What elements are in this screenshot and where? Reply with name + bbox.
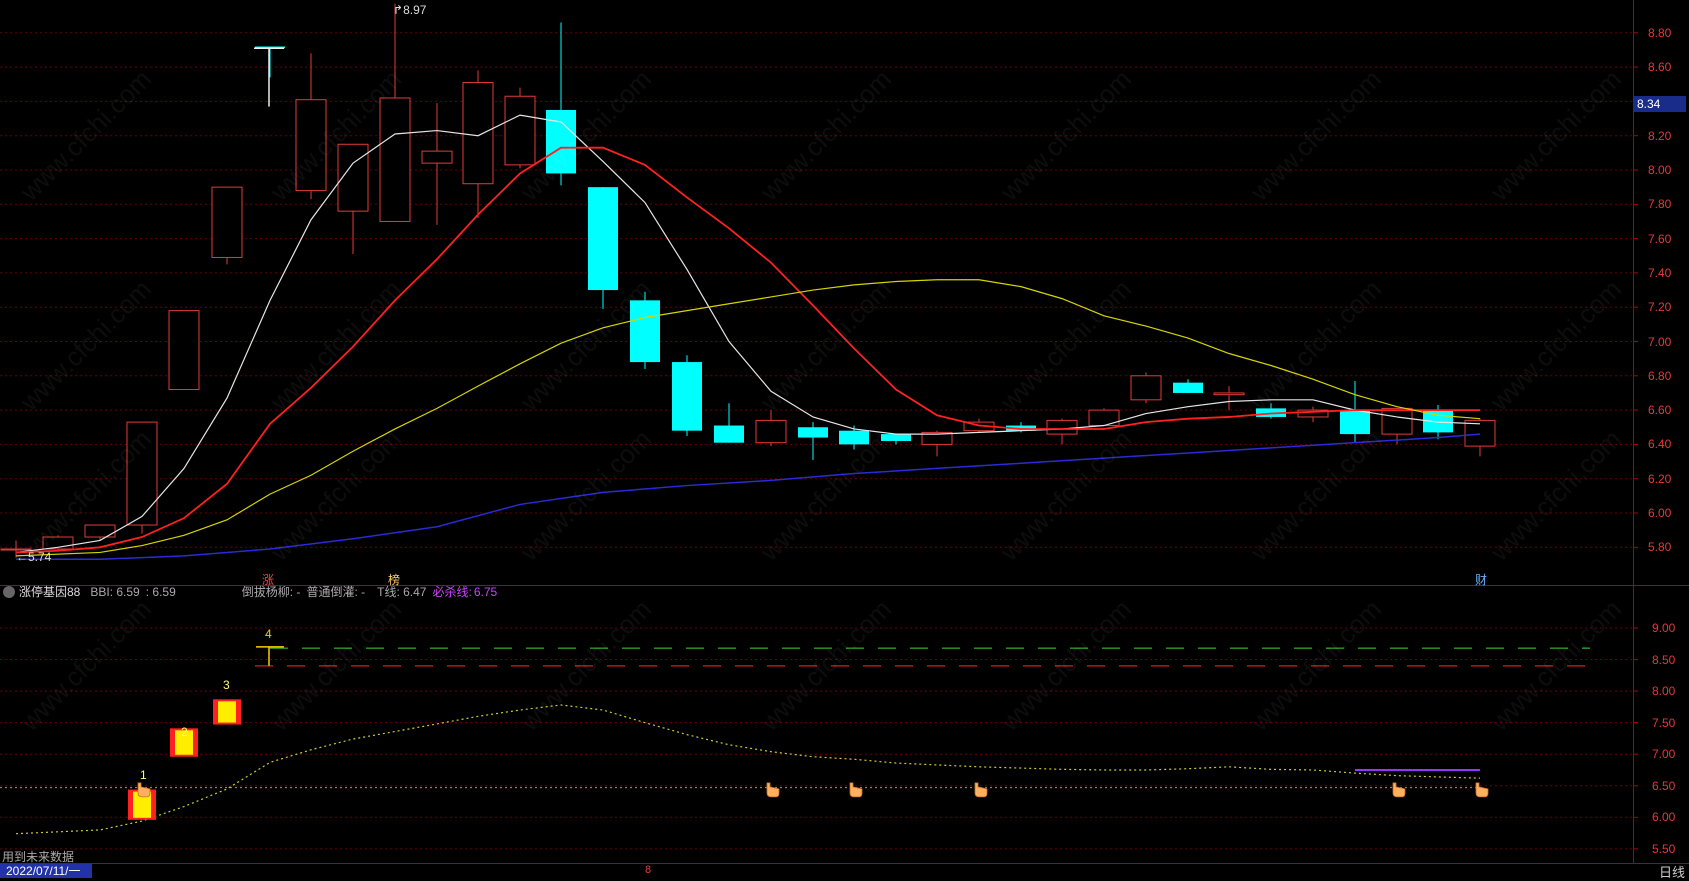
price-axis-label: 6.60 [1648, 403, 1672, 418]
high-price-label: ↱8.97 [393, 3, 427, 17]
signal-number-1: 1 [140, 768, 147, 782]
collapse-icon[interactable] [3, 586, 15, 598]
candle-body-up [421, 150, 453, 164]
price-axis-label: 7.80 [1648, 197, 1672, 212]
price-axis-label: 6.20 [1648, 471, 1672, 486]
candle-body-up [168, 310, 200, 391]
second-value: : 6.59 [145, 585, 176, 599]
candle-body-down [714, 425, 744, 443]
signal-number-2: 2 [181, 725, 188, 739]
period-label[interactable]: 日线 [1659, 862, 1685, 881]
candle-body-up [755, 419, 787, 444]
candle-body-up [504, 95, 536, 166]
tline-value: T线: 6.47 [377, 585, 427, 599]
price-axis-label: 8.00 [1648, 163, 1672, 177]
hand-pointer-icon [766, 782, 780, 798]
price-axis-label: 7.00 [1648, 334, 1672, 349]
future-data-note: 用到未来数据 [2, 850, 75, 864]
bisha-value: 6.75 [473, 585, 498, 599]
signal-number-3: 3 [223, 678, 230, 692]
indicator-axis-label: 7.00 [1652, 747, 1676, 762]
candle-body-up [462, 82, 494, 185]
candle-body-up [379, 97, 411, 222]
price-axis-label: 8.60 [1648, 60, 1672, 75]
candle-body-down [588, 187, 618, 291]
candle-body-down [672, 362, 702, 431]
hand-pointer-icon [849, 782, 863, 798]
daobang-value: 倒拔杨柳: - [241, 585, 301, 599]
indicator-name[interactable]: 涨停基因88 [19, 585, 80, 599]
hand-pointer-icon [1392, 782, 1406, 798]
candle-body-up [1130, 375, 1162, 401]
bisha-label: 必杀线: [432, 585, 472, 599]
indicator-axis-label: 6.50 [1652, 778, 1676, 793]
indicator-axis-label: 6.00 [1652, 810, 1676, 825]
price-axis-label: 7.40 [1648, 265, 1672, 280]
hand-pointer-icon [974, 782, 988, 798]
signal-number-4: 4 [265, 627, 272, 641]
indicator-axis-label: 8.50 [1652, 652, 1676, 667]
price-axis-label: 6.00 [1648, 506, 1672, 520]
price-axis-label: 8.20 [1648, 128, 1672, 143]
price-axis-label: 7.60 [1648, 231, 1672, 246]
bbi-value: BBI: 6.59 [90, 585, 140, 599]
price-axis-label: 8.80 [1648, 25, 1672, 40]
candle-body-up [211, 186, 243, 258]
candle-body-up [1213, 392, 1245, 396]
indicator-axis-label: 9.00 [1652, 621, 1676, 635]
candle-body-down [1173, 382, 1203, 393]
price-axis-label: 6.40 [1648, 437, 1672, 452]
putong-value: 普通倒灌: - [306, 585, 366, 599]
candle-body-up [1046, 419, 1078, 435]
hand-pointer-icon [137, 782, 151, 798]
cursor-date: 2022/07/11/一 [0, 864, 92, 878]
price-axis-label: 6.80 [1648, 368, 1672, 383]
indicator-axis-label: 8.00 [1652, 684, 1676, 699]
current-price-tag: 8.34 [1634, 96, 1686, 112]
ma20-line [15, 279, 1481, 557]
indicator-axis-label: 5.50 [1652, 841, 1676, 856]
candle-body-up [1464, 419, 1496, 447]
indicator-title-bar: 涨停基因88 BBI: 6.59 : 6.59 倒拔杨柳: - 普通倒灌: - T线: 6… [0, 584, 503, 600]
price-axis-label: 7.20 [1648, 300, 1672, 315]
candle-body-down [798, 427, 828, 438]
hand-pointer-icon [1475, 782, 1489, 798]
gene-block-inner [218, 701, 236, 723]
bottom-marker: 8 [645, 864, 652, 876]
price-axis-label: 5.80 [1648, 540, 1672, 555]
candle-body-up [84, 524, 116, 538]
candle-body-up [1381, 407, 1413, 435]
low-price-label: ←5.74 [16, 550, 52, 564]
finance-mark[interactable]: 财 [1475, 571, 1487, 588]
indicator-axis-label: 7.50 [1652, 715, 1676, 730]
